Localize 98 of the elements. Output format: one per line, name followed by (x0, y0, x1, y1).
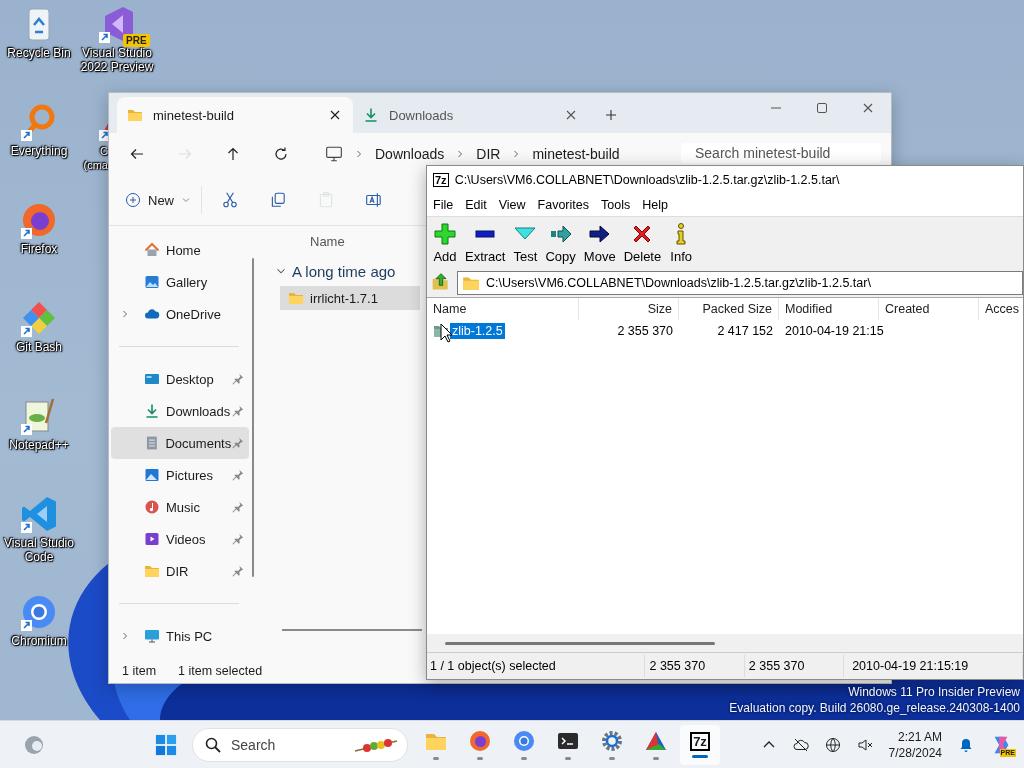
cursor-icon (440, 323, 454, 343)
minimize-icon (770, 107, 782, 109)
column-header[interactable]: Name (427, 298, 579, 320)
picture-icon (144, 467, 160, 483)
new-button[interactable]: New (123, 183, 193, 217)
column-header[interactable]: Packed Size (679, 298, 779, 320)
sidebar-item[interactable]: Desktop (111, 363, 249, 395)
search-icon (205, 736, 221, 753)
menu-item[interactable]: Edit (459, 198, 493, 212)
sidebar-item[interactable]: Documents (111, 427, 249, 459)
arrow-icon (587, 222, 612, 246)
address-field[interactable]: C:\Users\VM6.COLLABNET\Downloads\zlib-1.2.5.tar.gz\zlib-1.2.5.tar\ (457, 271, 1023, 295)
windows-logo-icon (155, 733, 177, 756)
edition-notice: Windows 11 Pro Insider Preview (848, 684, 1020, 700)
maximize-icon (814, 100, 830, 116)
search-field[interactable]: Search minetest-build (681, 143, 881, 163)
folder-item[interactable]: irrlicht-1.7.1 (280, 286, 420, 310)
plus-icon (603, 107, 619, 123)
app-logo: 7z (690, 731, 710, 751)
rename-icon (365, 191, 383, 209)
firefox-icon (468, 729, 492, 753)
sidebar-item[interactable]: DIR (111, 555, 249, 587)
folder-icon (288, 290, 304, 306)
desktop-icon (144, 371, 160, 387)
status-text: 2 355 370 (744, 655, 845, 677)
column-header[interactable]: Name (310, 233, 345, 249)
bell-icon (958, 736, 974, 753)
folder-icon (144, 563, 160, 579)
download-icon (144, 403, 160, 419)
column-header[interactable]: Acces (979, 298, 1023, 320)
cloud-icon (144, 306, 160, 322)
table-cell-text: 2 355 370 (616, 324, 674, 338)
menu-item[interactable]: Tools (595, 198, 637, 212)
table-cell-text: 2 417 152 (716, 324, 774, 338)
app-logo: 7z (433, 173, 449, 187)
menu-item[interactable]: Favorites (531, 198, 595, 212)
menu-item[interactable]: View (492, 198, 532, 212)
sidebar-item[interactable]: Music (111, 491, 249, 523)
gear-icon (600, 729, 624, 753)
column-header[interactable]: Modified (779, 298, 879, 320)
speaker-muted-icon (856, 736, 873, 753)
menu-item[interactable]: Help (636, 198, 674, 212)
copy-icon (269, 191, 287, 209)
sidebar-item[interactable]: Videos (111, 523, 249, 555)
column-header[interactable]: Created (879, 298, 979, 320)
tab[interactable]: minetest-build (117, 97, 353, 133)
sidebar-item[interactable]: Gallery (111, 266, 249, 298)
window-title: C:\Users\VM6.COLLABNET\Downloads\zlib-1.2.5.tar.gz\zlib-1.2.5.tar\ (454, 173, 840, 187)
breadcrumb-item[interactable]: DIR (476, 146, 501, 162)
new-tab-button[interactable] (603, 107, 619, 123)
breadcrumb-item[interactable]: Downloads (375, 146, 445, 162)
sidebar-item[interactable]: Pictures (111, 459, 249, 491)
plus-icon (433, 222, 457, 246)
video-icon (144, 531, 160, 547)
globe-icon (824, 736, 841, 753)
search-box[interactable]: Search (192, 727, 408, 762)
status-text: 1 / 1 object(s) selected (427, 655, 646, 677)
info-button[interactable]: Info (665, 222, 698, 264)
home-icon (144, 242, 160, 258)
computer-icon (144, 628, 160, 644)
sidebar-item[interactable]: OneDrive (111, 298, 249, 330)
status-text: 2 355 370 (645, 655, 745, 677)
plus-icon (125, 192, 141, 208)
test-button[interactable]: Test (509, 222, 542, 264)
sidebar-item[interactable]: Home (111, 234, 249, 266)
status-text: 2010-04-19 21:15:19 (844, 655, 1023, 677)
move-button[interactable]: Move (579, 222, 620, 264)
taskbar-app[interactable]: 7z (680, 724, 720, 765)
sidebar-item[interactable]: This PC (111, 620, 249, 652)
scissors-icon (221, 191, 239, 209)
sidebar-item[interactable]: Downloads (111, 395, 249, 427)
item-count: 1 item (122, 664, 157, 678)
folder-icon (462, 274, 480, 292)
folder-icon (127, 107, 143, 123)
copy-button[interactable]: Copy (541, 222, 580, 264)
cloud-icon (792, 736, 809, 753)
tab[interactable]: Downloads (353, 97, 589, 133)
folder-name[interactable]: zlib-1.2.5 (450, 323, 505, 339)
computer-icon[interactable] (325, 145, 343, 163)
extract-button[interactable]: Extract (461, 222, 510, 264)
download-icon (363, 107, 379, 123)
clipboard-icon (317, 191, 335, 209)
preview-badge: PRE (123, 34, 150, 47)
delete-button[interactable]: Delete (619, 222, 666, 264)
edition-notice: Evaluation copy. Build 26080.ge_release.240308-1400 (729, 700, 1020, 716)
column-header[interactable]: Size (579, 298, 679, 320)
caret-icon (181, 195, 191, 205)
selection-count: 1 item selected (178, 664, 263, 678)
gallery-icon (144, 274, 160, 290)
scrollbar[interactable] (427, 634, 1023, 652)
folder-up-icon (431, 271, 451, 292)
clock[interactable]: 2:21 AM 7/28/2024 (884, 728, 946, 761)
group-header[interactable]: A long time ago (266, 256, 396, 286)
breadcrumb-item[interactable]: minetest-build (532, 146, 620, 162)
add-button[interactable]: Add (429, 222, 461, 264)
music-icon (144, 499, 160, 515)
menu-item[interactable]: File (427, 198, 460, 212)
chromium-icon (512, 729, 536, 753)
